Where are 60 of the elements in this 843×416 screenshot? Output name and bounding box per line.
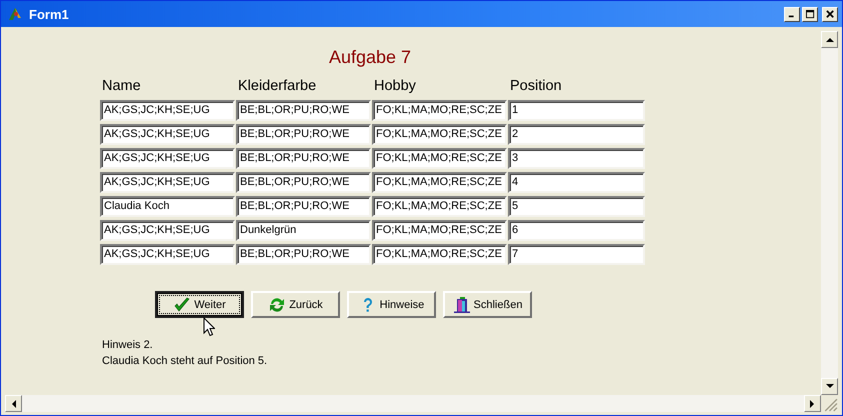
text-field[interactable]: BE;BL;OR;PU;RO;WE: [236, 172, 371, 193]
push-button[interactable]: Weiter: [155, 291, 244, 318]
column-header: Position: [509, 78, 563, 96]
text-field[interactable]: BE;BL;OR;PU;RO;WE: [236, 124, 371, 145]
close-icon: [826, 10, 834, 18]
text-field[interactable]: 3: [508, 148, 645, 169]
text-field[interactable]: FO;KL;MA;MO;RE;SC;ZE: [372, 220, 507, 241]
text-field[interactable]: 2: [508, 124, 645, 145]
text-field[interactable]: BE;BL;OR;PU;RO;WE: [236, 244, 371, 265]
hint-text: Claudia Koch steht auf Position 5.: [102, 354, 268, 369]
text-field[interactable]: BE;BL;OR;PU;RO;WE: [236, 100, 371, 121]
horizontal-scrollbar[interactable]: [5, 395, 821, 412]
text-field[interactable]: FO;KL;MA;MO;RE;SC;ZE: [372, 172, 507, 193]
column-header: Hobby: [373, 78, 417, 96]
text-field[interactable]: BE;BL;OR;PU;RO;WE: [236, 148, 371, 169]
column-header: Name: [101, 78, 142, 96]
text-field[interactable]: 4: [508, 172, 645, 193]
text-field[interactable]: 5: [508, 196, 645, 217]
maximize-icon: [806, 10, 814, 18]
text-field[interactable]: FO;KL;MA;MO;RE;SC;ZE: [372, 148, 507, 169]
up-arrow-icon: [826, 37, 834, 42]
text-field[interactable]: AK;GS;JC;KH;SE;UG: [100, 172, 235, 193]
text-field[interactable]: FO;KL;MA;MO;RE;SC;ZE: [372, 244, 507, 265]
text-field[interactable]: AK;GS;JC;KH;SE;UG: [100, 124, 235, 145]
text-field[interactable]: Dunkelgrün: [236, 220, 371, 241]
check-icon: [173, 296, 192, 314]
text-field[interactable]: AK;GS;JC;KH;SE;UG: [100, 148, 235, 169]
scroll-up-button[interactable]: [821, 31, 838, 48]
text-field[interactable]: 7: [508, 244, 645, 265]
door-figure-icon: [452, 296, 471, 314]
text-field[interactable]: AK;GS;JC;KH;SE;UG: [100, 244, 235, 265]
refresh-icon: [268, 296, 286, 314]
form-heading: Aufgabe 7: [328, 47, 412, 68]
text-field[interactable]: BE;BL;OR;PU;RO;WE: [236, 196, 371, 217]
vertical-scrollbar[interactable]: [821, 31, 838, 395]
right-arrow-icon: [810, 400, 815, 408]
text-field[interactable]: 1: [508, 100, 645, 121]
text-field[interactable]: FO;KL;MA;MO;RE;SC;ZE: [372, 196, 507, 217]
scroll-left-button[interactable]: [5, 395, 22, 412]
push-button[interactable]: Hinweise: [347, 291, 436, 318]
down-arrow-icon: [826, 384, 834, 389]
mouse-pointer-icon: [203, 317, 215, 337]
text-field[interactable]: FO;KL;MA;MO;RE;SC;ZE: [372, 124, 507, 145]
window-title: Form1: [29, 6, 70, 22]
push-button[interactable]: Schließen: [443, 291, 532, 318]
text-field[interactable]: 6: [508, 220, 645, 241]
text-field[interactable]: AK;GS;JC;KH;SE;UG: [100, 100, 235, 121]
text-field[interactable]: FO;KL;MA;MO;RE;SC;ZE: [372, 100, 507, 121]
hint-text: Hinweis 2.: [102, 338, 154, 353]
column-header: Kleiderfarbe: [237, 78, 318, 96]
left-arrow-icon: [11, 400, 16, 408]
scroll-right-button[interactable]: [804, 395, 821, 412]
maximize-button[interactable]: [802, 6, 818, 22]
text-field[interactable]: Claudia Koch: [100, 196, 235, 217]
close-button[interactable]: [822, 6, 838, 22]
text-field[interactable]: AK;GS;JC;KH;SE;UG: [100, 220, 235, 241]
app-icon: [7, 6, 23, 22]
push-button[interactable]: Zurück: [251, 291, 340, 318]
scroll-down-button[interactable]: [821, 378, 838, 395]
minimize-button[interactable]: [784, 6, 800, 22]
